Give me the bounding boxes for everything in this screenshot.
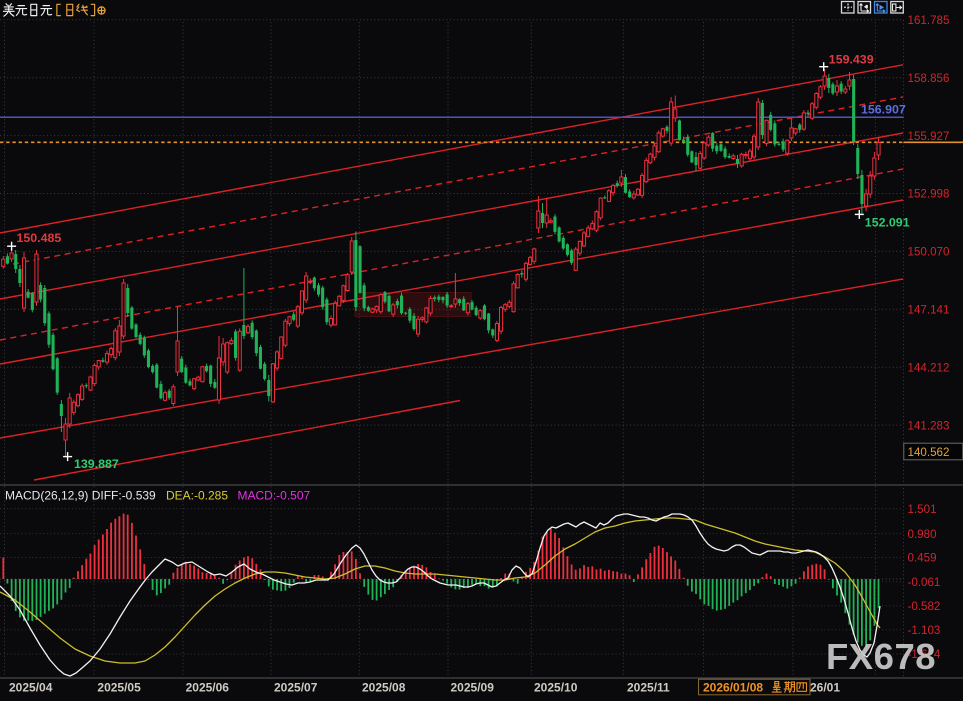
svg-text:2025/06: 2025/06	[186, 681, 230, 695]
svg-text:2025/04: 2025/04	[9, 681, 53, 695]
svg-text:2025/11: 2025/11	[627, 681, 670, 695]
svg-text:2025/05: 2025/05	[97, 681, 141, 695]
svg-text:2025/08: 2025/08	[362, 681, 406, 695]
svg-text:26/01: 26/01	[810, 681, 840, 695]
svg-text:139.887: 139.887	[74, 457, 119, 471]
svg-text:152.998: 152.998	[908, 188, 950, 201]
svg-text:158.856: 158.856	[908, 72, 950, 85]
svg-text:-0.061: -0.061	[908, 576, 941, 589]
svg-text:156.907: 156.907	[861, 103, 906, 117]
svg-text:155.927: 155.927	[908, 130, 950, 143]
svg-text:DEA:-0.285: DEA:-0.285	[166, 489, 228, 503]
svg-text:MACD(26,12,9) DIFF:-0.539: MACD(26,12,9) DIFF:-0.539	[5, 489, 156, 503]
svg-text:2025/10: 2025/10	[534, 681, 578, 695]
svg-text:2025/09: 2025/09	[451, 681, 495, 695]
svg-text:2025/07: 2025/07	[274, 681, 318, 695]
svg-text:147.141: 147.141	[908, 304, 950, 317]
svg-text:0.980: 0.980	[908, 528, 937, 541]
svg-text:-0.582: -0.582	[908, 600, 941, 613]
svg-text:144.212: 144.212	[908, 361, 950, 374]
svg-text:141.283: 141.283	[908, 419, 950, 432]
svg-text:159.439: 159.439	[829, 53, 874, 67]
svg-text:2026/01/08: 2026/01/08	[703, 681, 763, 695]
svg-text:140.562: 140.562	[908, 446, 950, 459]
svg-text:152.091: 152.091	[865, 216, 910, 230]
svg-text:MACD:-0.507: MACD:-0.507	[238, 489, 311, 503]
svg-text:150.485: 150.485	[17, 231, 62, 245]
svg-text:FX678: FX678	[826, 636, 936, 677]
svg-text:1.501: 1.501	[908, 503, 937, 516]
svg-text:150.070: 150.070	[908, 246, 950, 259]
svg-text:0.459: 0.459	[908, 552, 937, 565]
svg-text:161.785: 161.785	[908, 14, 950, 27]
